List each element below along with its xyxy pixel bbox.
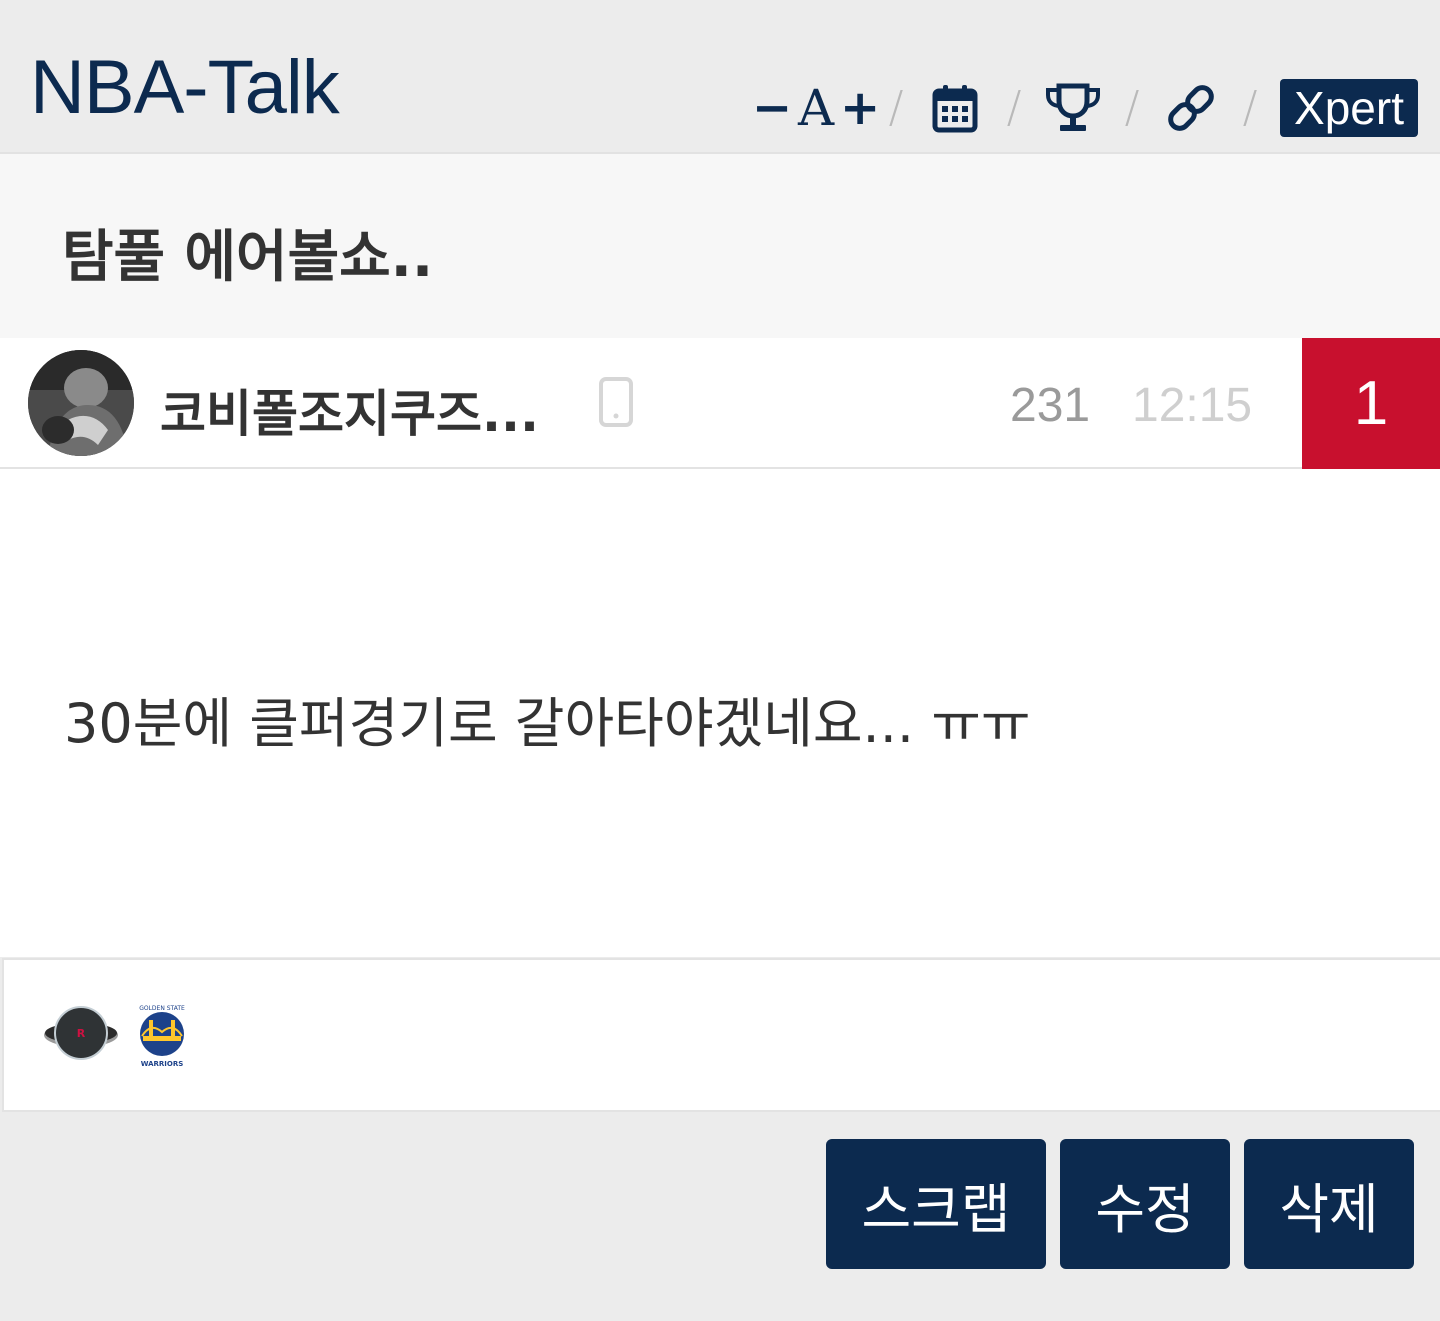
header: NBA-Talk − A + / / / / Xpert [0,0,1440,152]
houston-rockets-logo[interactable]: R [42,1004,120,1066]
warriors-bottom-text: WARRIORS [141,1060,184,1068]
avatar[interactable] [28,350,134,456]
warriors-top-text: GOLDEN STATE [139,1005,185,1012]
xpert-button[interactable]: Xpert [1280,79,1418,137]
trophy-icon[interactable] [1030,78,1116,138]
mobile-device-icon [598,376,634,432]
golden-state-warriors-logo[interactable]: GOLDEN STATE WARRIORS [129,998,195,1074]
toolbar: − A + / / / / Xpert [752,76,1418,140]
separator: / [888,82,904,133]
comment-count-badge[interactable]: 1 [1302,338,1440,469]
post-actions: 스크랩 수정 삭제 [826,1139,1414,1269]
separator: / [1124,82,1140,133]
edit-button[interactable]: 수정 [1060,1139,1230,1269]
author-row: 코비폴조지쿠즈... 231 12:15 1 [0,338,1440,469]
post-title-bar: 탐풀 에어볼쇼.. [0,152,1440,338]
app-title[interactable]: NBA-Talk [30,50,340,126]
view-count: 231 [1010,379,1091,432]
svg-text:R: R [77,1027,86,1040]
delete-button[interactable]: 삭제 [1244,1139,1414,1269]
scrap-button[interactable]: 스크랩 [826,1139,1046,1269]
team-tags: R GOLDEN STATE WARRIORS [2,958,1440,1112]
font-increase-button[interactable]: + [840,78,880,138]
post-title: 탐풀 에어볼쇼.. [62,225,434,290]
link-icon[interactable] [1148,78,1234,138]
font-decrease-button[interactable]: − [752,78,792,138]
separator: / [1006,82,1022,133]
font-size-icon[interactable]: A [792,78,840,138]
post-body: 30분에 클퍼경기로 갈아타야겠네요... ㅠㅠ [64,692,1031,755]
post-content: 30분에 클퍼경기로 갈아타야겠네요... ㅠㅠ [0,469,1440,957]
author-name[interactable]: 코비폴조지쿠즈... [160,374,539,446]
post-time: 12:15 [1132,379,1253,432]
separator: / [1242,82,1258,133]
calendar-icon[interactable] [912,78,998,138]
